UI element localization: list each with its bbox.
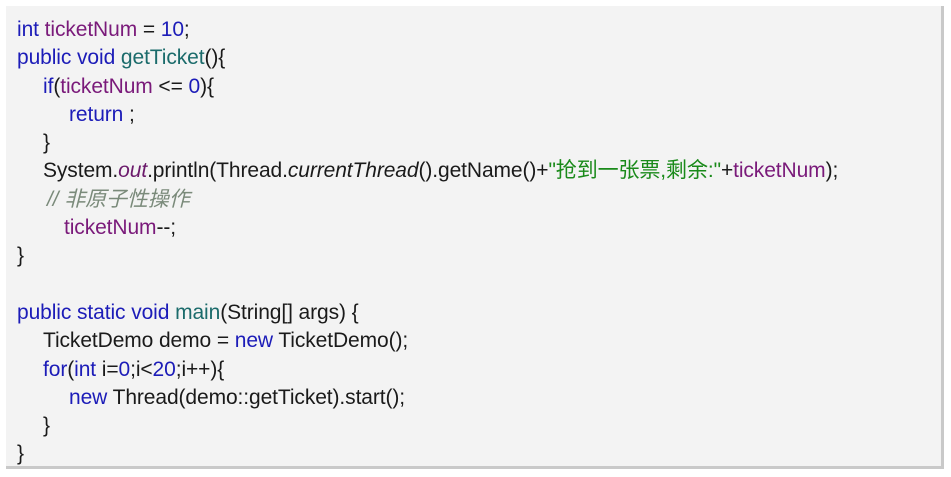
code-token: if [43, 74, 54, 98]
code-token: 10 [160, 18, 184, 41]
code-token: main [175, 300, 221, 324]
code-token: } [43, 414, 50, 438]
code-token: ticketNum [44, 18, 138, 41]
code-line: System.out.println(Thread.currentThread(… [17, 157, 838, 185]
code-token: new [234, 329, 273, 353]
code-token: .println(Thread. [147, 159, 288, 183]
code-token: ().getName()+ [418, 159, 549, 183]
code-token: getTicket [120, 46, 205, 70]
code-line: int ticketNum = 10; [17, 16, 838, 44]
code-line: TicketDemo demo = new TicketDemo(); [17, 327, 838, 355]
code-token: --; [156, 216, 176, 240]
code-line: // 非原子性操作 [17, 186, 838, 214]
code-block: int ticketNum = 10; public void getTicket… [17, 16, 838, 469]
code-token: ); [825, 159, 839, 183]
code-token: ){ [200, 74, 214, 98]
code-line: } [17, 129, 838, 157]
code-token: i= [96, 357, 119, 381]
code-token: ticketNum [733, 159, 826, 183]
code-token: int [17, 18, 39, 41]
code-line: } [17, 440, 838, 468]
code-token: ;i< [130, 357, 153, 381]
code-token: int [74, 357, 97, 381]
code-token: ticketNum [64, 216, 157, 240]
code-line: public void getTicket(){ [17, 44, 838, 72]
code-token: System. [43, 159, 119, 183]
code-token: = [137, 18, 161, 41]
code-token: static [77, 300, 126, 324]
code-token: out [118, 159, 148, 183]
code-token: void [77, 46, 116, 70]
code-token: + [720, 159, 734, 183]
code-token: TicketDemo demo = [43, 329, 235, 353]
code-token: } [43, 131, 50, 155]
code-token: TicketDemo(); [272, 329, 409, 353]
code-token: } [17, 442, 24, 466]
code-token: (){ [204, 46, 226, 70]
code-token: <= [152, 74, 189, 98]
code-line: } [17, 242, 838, 270]
code-token: ; [123, 102, 135, 126]
code-token: public [17, 46, 72, 70]
code-line: public static void main(String[] args) { [17, 299, 838, 327]
code-panel: int ticketNum = 10; public void getTicket… [6, 6, 944, 469]
code-line: return ; [17, 101, 838, 129]
code-token: // 非原子性操作 [47, 187, 190, 211]
code-token: return [69, 102, 124, 126]
code-line: new Thread(demo::getTicket).start(); [17, 384, 838, 412]
code-token: 0 [118, 357, 131, 381]
code-token: ; [183, 18, 190, 41]
code-token: Thread(demo::getTicket).start(); [107, 385, 406, 409]
code-token: ;i++){ [175, 357, 225, 381]
code-line: } [17, 412, 838, 440]
code-token: new [69, 385, 108, 409]
code-token: 0 [188, 74, 201, 98]
code-token: "抢到一张票,剩余:" [548, 159, 721, 183]
code-line: for(int i=0;i<20;i++){ [17, 356, 838, 384]
code-token: 20 [152, 357, 176, 381]
code-token: currentThread [287, 159, 419, 183]
code-line: if(ticketNum <= 0){ [17, 73, 838, 101]
code-token: } [17, 244, 24, 268]
code-line: ticketNum--; [17, 214, 838, 242]
code-token: ticketNum [60, 74, 153, 98]
code-token: for [43, 357, 68, 381]
code-token: void [131, 300, 170, 324]
code-token: (String[] args) { [220, 300, 359, 324]
code-token: public [17, 300, 72, 324]
